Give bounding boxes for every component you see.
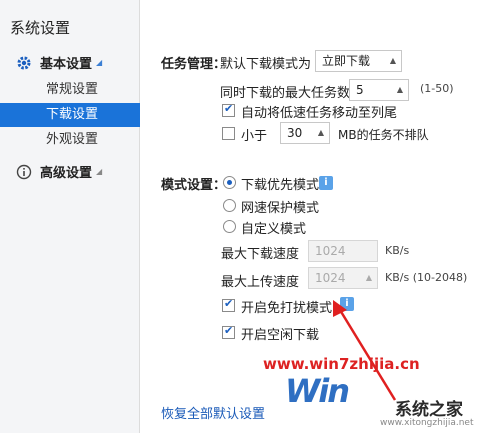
watermark-site: www.xitongzhijia.net	[380, 418, 474, 428]
watermark-brand: 系统之家	[395, 400, 463, 420]
watermark-url: www.win7zhijia.cn	[263, 355, 420, 373]
watermark-logo: Win	[285, 372, 350, 410]
